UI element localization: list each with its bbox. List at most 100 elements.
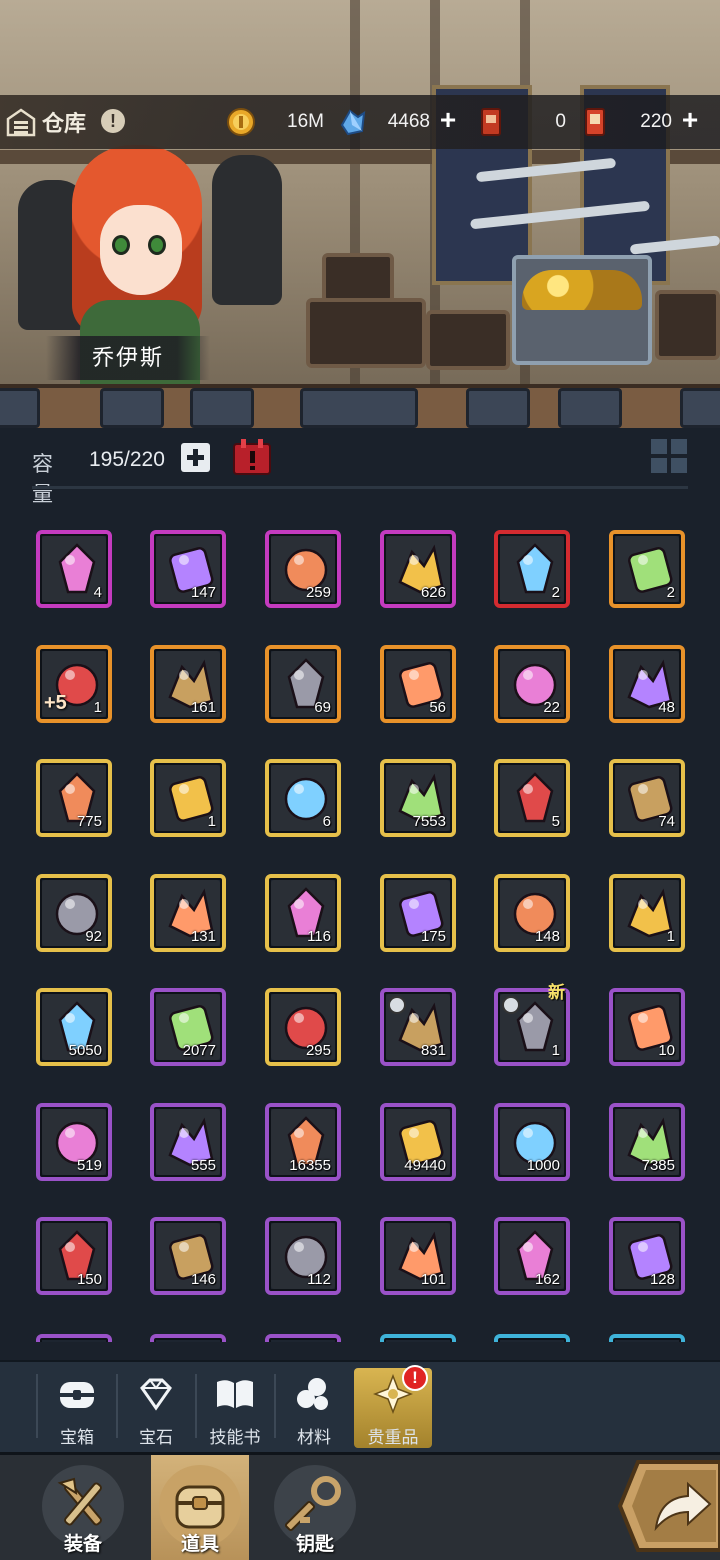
inventory-slot[interactable]: 112 xyxy=(265,1217,341,1295)
slot-background: 2077 xyxy=(156,994,220,1060)
tab-skill-book[interactable]: 技能书 xyxy=(196,1368,274,1448)
add-card-button[interactable]: + xyxy=(676,106,704,135)
item-count: 775 xyxy=(76,813,102,830)
nav-equipment[interactable]: 装备 xyxy=(34,1455,132,1560)
inventory-slot[interactable]: 16355 xyxy=(265,1103,341,1181)
wooden-chest xyxy=(306,298,426,368)
capacity-value: 195/220 xyxy=(89,448,165,471)
item-count: 295 xyxy=(305,1042,331,1059)
item-count: 148 xyxy=(534,928,560,945)
page-title: 仓库 xyxy=(42,111,87,136)
tab-chest[interactable]: 宝箱 xyxy=(38,1368,116,1448)
inventory-slot[interactable]: 1 xyxy=(150,759,226,837)
inventory-slot[interactable]: 7553 xyxy=(380,759,456,837)
tab-material[interactable]: 材料 xyxy=(275,1368,353,1448)
resource-ticket: 0 xyxy=(476,105,566,139)
inventory-slot[interactable] xyxy=(150,1334,226,1342)
inventory-slot[interactable]: 74 xyxy=(609,759,685,837)
inventory-slot[interactable]: 147 xyxy=(150,530,226,608)
inventory-slot[interactable] xyxy=(494,1334,570,1342)
inventory-slot[interactable] xyxy=(265,1334,341,1342)
tab-label: 贵重品 xyxy=(367,1428,419,1447)
character-eye xyxy=(112,235,130,255)
floor-stone xyxy=(558,388,622,428)
gold-value: 16M xyxy=(287,111,324,132)
inventory-slot[interactable]: 150 xyxy=(36,1217,112,1295)
inventory-slot[interactable]: 626 xyxy=(380,530,456,608)
item-count: 6 xyxy=(322,813,331,830)
calendar-icon[interactable] xyxy=(231,438,273,476)
slot-background: 4 xyxy=(42,536,106,602)
inventory-slot[interactable]: 519 xyxy=(36,1103,112,1181)
inventory-slot[interactable] xyxy=(609,1334,685,1342)
inventory-slot[interactable]: 22 xyxy=(494,645,570,723)
add-crystal-button[interactable]: + xyxy=(434,106,462,135)
character-name[interactable]: 乔伊斯 xyxy=(46,336,210,380)
inventory-slot[interactable]: 1000 xyxy=(494,1103,570,1181)
tab-gem[interactable]: 宝石 xyxy=(117,1368,195,1448)
slot-background: 74 xyxy=(615,765,679,831)
inventory-slot[interactable] xyxy=(380,1334,456,1342)
nav-label: 钥匙 xyxy=(295,1534,334,1555)
item-count: 175 xyxy=(420,928,446,945)
inventory-slot[interactable]: 10 xyxy=(609,988,685,1066)
inventory-slot[interactable]: 116 xyxy=(265,874,341,952)
inventory-slot[interactable]: 6 xyxy=(265,759,341,837)
inventory-slot[interactable]: 162 xyxy=(494,1217,570,1295)
item-count: 147 xyxy=(190,584,216,601)
inventory-slot[interactable]: 5 xyxy=(494,759,570,837)
inventory-slot[interactable]: 148 xyxy=(494,874,570,952)
inventory-slot[interactable]: 56 xyxy=(380,645,456,723)
inventory-slot[interactable]: 49440 xyxy=(380,1103,456,1181)
item-count: 10 xyxy=(658,1042,675,1059)
inventory-slot[interactable]: 128 xyxy=(609,1217,685,1295)
inventory-slot[interactable]: 4 xyxy=(36,530,112,608)
inventory-slot[interactable]: 259 xyxy=(265,530,341,608)
inventory-slot[interactable]: 295 xyxy=(265,988,341,1066)
inventory-slot[interactable]: 1 xyxy=(609,874,685,952)
item-count: 48 xyxy=(658,699,675,716)
item-count: 1 xyxy=(551,1042,560,1059)
inventory-slot[interactable]: 831 xyxy=(380,988,456,1066)
inventory-slot[interactable]: 101 xyxy=(380,1217,456,1295)
warehouse-scene: 乔伊斯 xyxy=(0,0,720,428)
nav-keys[interactable]: 钥匙 xyxy=(266,1455,364,1560)
grid-view-icon[interactable] xyxy=(650,438,688,474)
inventory-slot[interactable]: 7385 xyxy=(609,1103,685,1181)
character-eye xyxy=(148,235,166,255)
item-count: 101 xyxy=(420,1271,446,1288)
inventory-slot[interactable]: 2077 xyxy=(150,988,226,1066)
alert-badge: ! xyxy=(402,1365,428,1391)
item-count: 150 xyxy=(76,1271,102,1288)
item-count: 69 xyxy=(314,699,331,716)
item-grid: 4 147 259 626 2 2 +5 1 161 69 56 22 48 775 1 6 7553 5 74 92… xyxy=(0,530,720,1342)
inventory-slot[interactable]: 5050 xyxy=(36,988,112,1066)
inventory-slot[interactable]: 175 xyxy=(380,874,456,952)
inventory-slot[interactable] xyxy=(36,1334,112,1342)
inventory-slot[interactable]: 146 xyxy=(150,1217,226,1295)
tab-label: 宝箱 xyxy=(60,1428,94,1447)
slot-background: 7385 xyxy=(615,1109,679,1175)
item-count: 49440 xyxy=(404,1157,446,1174)
inventory-slot[interactable]: 2 xyxy=(609,530,685,608)
item-count: 56 xyxy=(429,699,446,716)
inventory-slot[interactable]: 161 xyxy=(150,645,226,723)
inventory-slot[interactable]: +5 1 xyxy=(36,645,112,723)
inventory-slot[interactable]: 131 xyxy=(150,874,226,952)
item-level-tag: +5 xyxy=(44,692,67,714)
forward-arrow-icon[interactable] xyxy=(616,1458,720,1554)
inventory-slot[interactable]: 775 xyxy=(36,759,112,837)
slot-background: 92 xyxy=(42,880,106,946)
slot-background: 48 xyxy=(615,651,679,717)
inventory-slot[interactable]: 2 xyxy=(494,530,570,608)
inventory-slot[interactable]: 69 xyxy=(265,645,341,723)
gold-coin-icon xyxy=(227,108,255,136)
slot-background: 555 xyxy=(156,1109,220,1175)
inventory-slot[interactable]: 92 xyxy=(36,874,112,952)
info-icon[interactable]: ! xyxy=(101,109,125,133)
nav-items[interactable]: 道具 xyxy=(151,1455,249,1560)
expand-capacity-button[interactable] xyxy=(181,443,210,472)
slot-background: 2 xyxy=(615,536,679,602)
inventory-slot[interactable]: 48 xyxy=(609,645,685,723)
inventory-slot[interactable]: 555 xyxy=(150,1103,226,1181)
